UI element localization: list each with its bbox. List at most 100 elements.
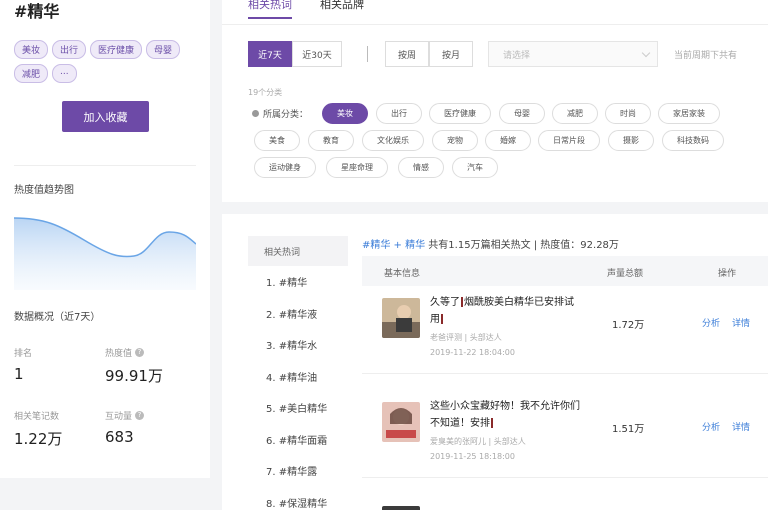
post-title[interactable]: 这些小众宝藏好物！我不允许你们不知道！安排 [430,398,580,432]
keyword-list-item[interactable]: 8. #保湿精华 [248,487,348,510]
post-time: 2019-11-25 18:18:00 [430,452,515,461]
emoji-mark [441,314,443,324]
period-select[interactable]: 请选择 [488,41,658,67]
table-row [362,494,768,510]
period-note: 当前周期下共有 [674,51,738,61]
category-tag[interactable]: 美妆 [14,40,49,59]
stat-value: 683 [105,428,134,446]
related-keyword-list: 相关热词 1. #精华 2. #精华液 3. #精华水 4. #精华油 5. #… [248,236,348,510]
post-total-volume: 1.51万 [612,424,645,435]
category-tag[interactable]: 医疗健康 [90,40,143,59]
result-summary: #精华 + 精华 共有1.15万篇相关热文 | 热度值：92.28万 [362,236,619,251]
category-pill[interactable]: 婚嫁 [485,130,531,151]
range-30d-button[interactable]: 近30天 [292,41,342,67]
category-pill[interactable]: 汽车 [452,157,498,178]
post-title[interactable]: 久等了 烟酰胺美白精华已安排试用 [430,294,580,328]
tab-related-brands[interactable]: 相关品牌 [320,0,364,18]
category-pill[interactable]: 情感 [398,157,444,178]
category-label: 所属分类： [252,107,308,120]
keyword-title: #精华 [14,2,60,21]
category-pill[interactable]: 时尚 [605,103,651,124]
post-thumbnail[interactable] [382,506,420,510]
separator [367,46,368,62]
summary-text: 共有1.15万篇相关热文 | 热度值：92.28万 [425,240,619,251]
category-count: 19个分类 [248,88,283,97]
granularity-toggle: 按周 按月 [385,41,473,67]
category-pill[interactable]: 出行 [376,103,422,124]
help-icon[interactable]: ? [135,411,145,420]
stat-label: 相关笔记数 [14,412,60,422]
range-7d-button[interactable]: 近7天 [248,41,292,67]
category-pill[interactable]: 宠物 [432,130,478,151]
category-pill[interactable]: 摄影 [608,130,654,151]
category-pill[interactable]: 医疗健康 [429,103,491,124]
column-header-info: 基本信息 [384,269,421,279]
table-row: 这些小众宝藏好物！我不允许你们不知道！安排 爱臭美的张阿儿 | 头部达人 201… [362,390,768,478]
category-pill[interactable]: 运动健身 [254,157,316,178]
stat-label: 互动量 [105,412,133,422]
related-keyword-header: 相关热词 [248,236,348,266]
stat-notes: 相关笔记数 1.22万 [14,409,62,449]
tab-related-keywords[interactable]: 相关热词 [248,0,292,19]
post-thumbnail[interactable] [382,298,420,338]
summary-keyword-link[interactable]: #精华 + 精华 [362,240,425,251]
keyword-list-item[interactable]: 2. #精华液 [248,298,348,330]
category-pill[interactable]: 教育 [308,130,354,151]
table-header: 基本信息 声量总额 操作 [362,256,768,286]
by-month-button[interactable]: 按月 [429,41,473,67]
stat-interactions: 互动量? 683 [105,409,145,446]
detail-link[interactable]: 详情 [732,316,750,329]
table-row: 久等了 烟酰胺美白精华已安排试用 老爸评测 | 头部达人 2019-11-22 1… [362,286,768,374]
range-toggle: 近7天 近30天 [248,41,342,67]
category-tag[interactable]: 母婴 [146,40,181,59]
post-author: 老爸评测 | 头部达人 [430,333,502,342]
overview-title: 数据概况（近7天） [14,312,101,323]
keyword-list-item[interactable]: 3. #精华水 [248,329,348,361]
filter-panel: 相关热词 相关品牌 近7天 近30天 按周 按月 请选择 当前周期下共有 19个… [222,0,768,202]
add-favorite-button[interactable]: 加入收藏 [62,101,149,132]
keyword-panel: #精华 美妆 出行 医疗健康 母婴 减肥 ... 加入收藏 热度值趋势图 数据概… [0,0,210,478]
stat-heat: 热度值? 99.91万 [105,346,163,386]
period-select-placeholder: 请选择 [503,50,531,61]
analyze-link[interactable]: 分析 [702,316,720,329]
keyword-list-item[interactable]: 1. #精华 [248,266,348,298]
category-pill[interactable]: 减肥 [552,103,598,124]
post-author: 爱臭美的张阿儿 | 头部达人 [430,437,526,446]
post-thumbnail[interactable] [382,402,420,442]
content-panel: 相关热词 1. #精华 2. #精华液 3. #精华水 4. #精华油 5. #… [222,214,768,510]
stat-value: 1 [14,365,24,383]
column-header-total: 声量总额 [607,269,644,279]
category-pill[interactable]: 星座命理 [326,157,388,178]
keyword-list-item[interactable]: 6. #精华面霜 [248,424,348,456]
detail-link[interactable]: 详情 [732,420,750,433]
post-total-volume: 1.72万 [612,320,645,331]
analyze-link[interactable]: 分析 [702,420,720,433]
keyword-list-item[interactable]: 5. #美白精华 [248,392,348,424]
stat-label: 热度值 [105,349,133,359]
category-pill[interactable]: 美食 [254,130,300,151]
category-tag[interactable]: 减肥 [14,64,49,83]
category-tag[interactable]: 出行 [52,40,87,59]
column-header-ops: 操作 [718,269,737,279]
keyword-list-item[interactable]: 4. #精华油 [248,361,348,393]
chevron-down-icon [641,48,651,58]
trend-chart-title: 热度值趋势图 [14,185,74,196]
info-dot-icon [252,110,259,117]
divider [14,165,196,166]
category-pill[interactable]: 科技数码 [662,130,724,151]
category-pill[interactable]: 母婴 [499,103,545,124]
stat-value: 99.91万 [105,367,163,385]
keyword-list-item[interactable]: 7. #精华露 [248,455,348,487]
help-icon[interactable]: ? [135,348,145,357]
stat-rank: 排名 1 [14,346,32,383]
category-pill[interactable]: 日常片段 [538,130,600,151]
category-pill[interactable]: 美妆 [322,103,368,124]
by-week-button[interactable]: 按周 [385,41,429,67]
keyword-category-tags: 美妆 出行 医疗健康 母婴 减肥 ... [14,40,204,83]
tab-bar: 相关热词 相关品牌 [248,0,364,19]
trend-sparkline [14,217,196,290]
category-pill[interactable]: 家居家装 [658,103,720,124]
category-pill[interactable]: 文化娱乐 [362,130,424,151]
more-tags-button[interactable]: ... [52,64,77,83]
emoji-mark [461,297,463,307]
